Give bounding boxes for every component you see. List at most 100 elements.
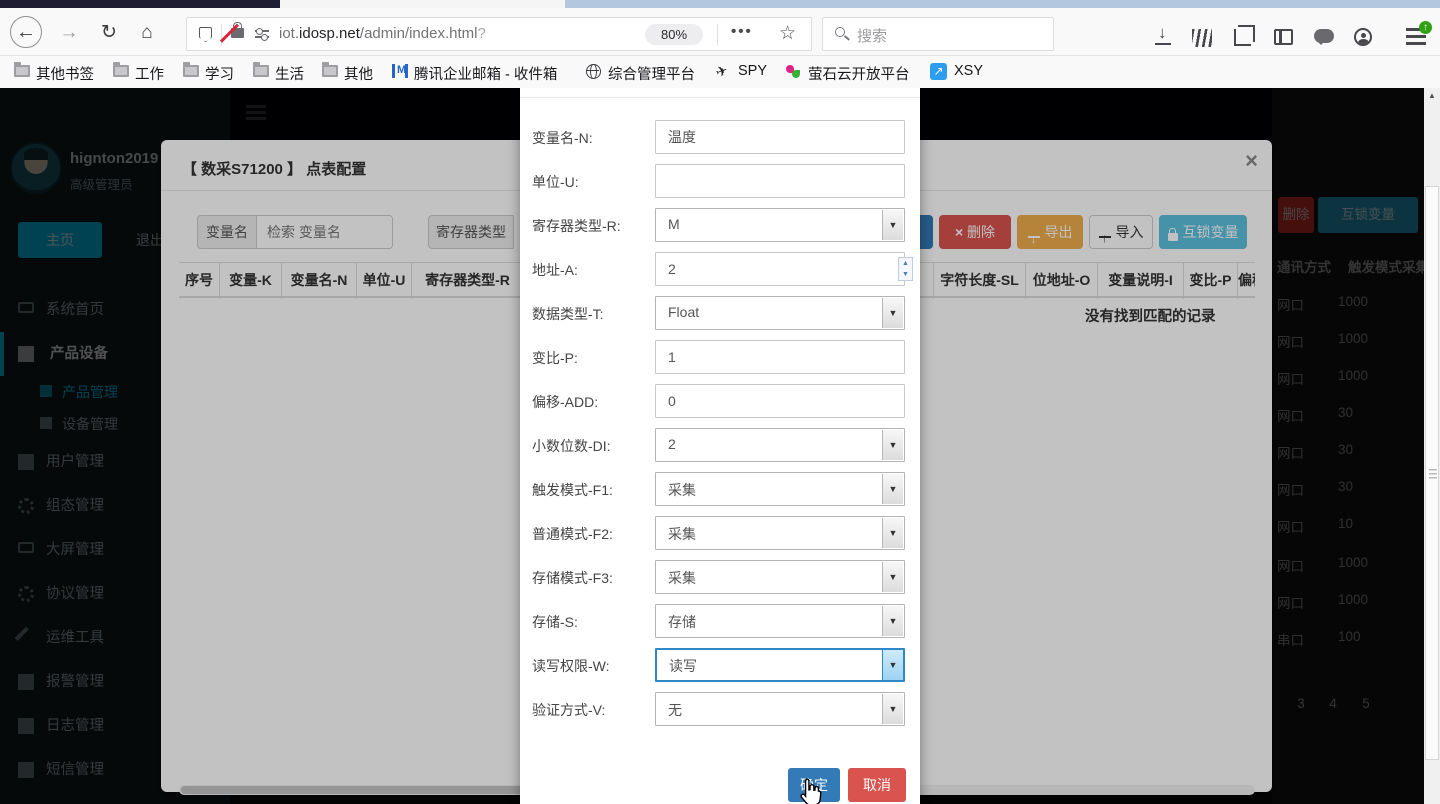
globe-icon: [586, 64, 601, 79]
chevron-down-icon: ▼: [882, 518, 903, 548]
chevron-down-icon: ▼: [882, 650, 903, 680]
bookmarks-bar: 其他书签 工作 学习 生活 其他 腾讯企业邮箱 - 收件箱 综合管理平台 ✈SP…: [0, 56, 1440, 88]
ezviz-icon: [786, 65, 800, 79]
field-label: 寄存器类型-R:: [532, 216, 621, 236]
field-label: 读写权限-W:: [532, 656, 610, 676]
form-row: 小数位数-DI: 2▼: [520, 428, 920, 462]
ratio-input[interactable]: [655, 340, 905, 374]
screenshot-icon[interactable]: [1234, 29, 1251, 46]
storage-select[interactable]: 存储▼: [655, 604, 905, 638]
back-button[interactable]: ←: [10, 16, 42, 48]
field-label: 普通模式-F2:: [532, 524, 613, 544]
data-type-select[interactable]: Float▼: [655, 296, 905, 330]
search-bar[interactable]: 搜索: [822, 17, 1054, 51]
offset-input[interactable]: [655, 384, 905, 418]
chevron-down-icon: ▼: [882, 474, 903, 504]
search-icon: [835, 27, 845, 37]
form-row: 偏移-ADD:: [520, 384, 920, 418]
account-icon[interactable]: [1354, 28, 1372, 46]
divider: [520, 97, 920, 98]
normal-mode-select[interactable]: 采集▼: [655, 516, 905, 550]
zoom-level-badge[interactable]: 80%: [645, 24, 703, 45]
variable-name-input[interactable]: [655, 120, 905, 154]
rw-permission-select[interactable]: 读写▼: [655, 648, 905, 682]
reload-button[interactable]: ↻: [96, 20, 122, 46]
mouse-cursor: [798, 778, 822, 804]
field-label: 触发模式-F1:: [532, 480, 613, 500]
folder-icon: [113, 65, 129, 77]
sidebar-toggle-icon[interactable]: [1274, 29, 1293, 45]
exmail-icon: [392, 64, 408, 78]
update-badge: ↑: [1419, 21, 1432, 34]
folder-icon: [322, 65, 338, 77]
form-row: 变比-P:: [520, 340, 920, 374]
chevron-down-icon: ▼: [882, 210, 903, 240]
menu-icon[interactable]: ↑: [1406, 28, 1426, 45]
shield-icon[interactable]: [199, 27, 212, 42]
field-label: 小数位数-DI:: [532, 436, 611, 456]
xsy-icon: ↗: [930, 63, 947, 80]
variable-form-modal: 变量名-N: 单位-U: 寄存器类型-R: M▼ 地址-A: ▲▼ 数据类型-T…: [520, 88, 920, 804]
form-row: 变量名-N:: [520, 120, 920, 154]
url-bar[interactable]: iot.idosp.net/admin/index.html? 80% ••• …: [186, 17, 812, 51]
modal-footer: 确定 取消: [520, 768, 920, 804]
decimals-select[interactable]: 2▼: [655, 428, 905, 462]
downloads-icon[interactable]: ↓: [1152, 26, 1178, 52]
divider: [717, 24, 718, 46]
number-stepper[interactable]: ▲▼: [898, 257, 913, 281]
field-label: 存储-S:: [532, 612, 578, 632]
form-row: 存储模式-F3: 采集▼: [520, 560, 920, 594]
folder-icon: [183, 65, 199, 77]
scrollbar-thumb[interactable]: [1425, 186, 1439, 760]
field-label: 验证方式-V:: [532, 700, 605, 720]
form-row: 数据类型-T: Float▼: [520, 296, 920, 330]
trigger-mode-select[interactable]: 采集▼: [655, 472, 905, 506]
scrollbar-grip: [1429, 469, 1437, 479]
chevron-down-icon: ▼: [882, 562, 903, 592]
page-scrollbar[interactable]: ▲: [1424, 88, 1440, 804]
library-icon[interactable]: [1192, 29, 1212, 47]
form-row: 单位-U:: [520, 164, 920, 198]
forward-button[interactable]: →: [56, 20, 82, 46]
cancel-button[interactable]: 取消: [848, 768, 906, 802]
page-actions-icon[interactable]: •••: [731, 23, 753, 40]
verify-mode-select[interactable]: 无▼: [655, 692, 905, 726]
form-row: 触发模式-F1: 采集▼: [520, 472, 920, 506]
chevron-down-icon: ▼: [882, 298, 903, 328]
form-row: 地址-A: ▲▼: [520, 252, 920, 286]
chevron-down-icon: ▼: [882, 430, 903, 460]
unit-input[interactable]: [655, 164, 905, 198]
home-button[interactable]: ⌂: [134, 20, 160, 46]
scroll-up-icon[interactable]: ▲: [1424, 88, 1440, 104]
titlebar-strip: [565, 0, 1440, 8]
folder-icon: [253, 65, 269, 77]
star-icon[interactable]: ☆: [779, 22, 796, 45]
field-label: 数据类型-T:: [532, 304, 604, 324]
field-label: 单位-U:: [532, 172, 579, 192]
messages-icon[interactable]: [1314, 29, 1334, 43]
permissions-icon[interactable]: [255, 29, 269, 41]
field-label: 存储模式-F3:: [532, 568, 613, 588]
window-titlebar: [0, 0, 1440, 8]
chevron-down-icon: ▼: [882, 694, 903, 724]
folder-icon: [14, 65, 30, 77]
page-content: hignton2019 高级管理员 主页 退出 系统首页 产品设备 产品管理 设…: [0, 88, 1440, 804]
field-label: 地址-A:: [532, 260, 578, 280]
register-type-select[interactable]: M▼: [655, 208, 905, 242]
active-tab-strip[interactable]: [280, 0, 565, 8]
form-row: 读写权限-W: 读写▼: [520, 648, 920, 682]
search-placeholder: 搜索: [857, 25, 887, 46]
form-row: 普通模式-F2: 采集▼: [520, 516, 920, 550]
storage-mode-select[interactable]: 采集▼: [655, 560, 905, 594]
chevron-down-icon: ▼: [882, 606, 903, 636]
field-label: 偏移-ADD:: [532, 392, 598, 412]
address-input[interactable]: [655, 252, 905, 286]
form-row: 寄存器类型-R: M▼: [520, 208, 920, 242]
field-label: 变比-P:: [532, 348, 578, 368]
spy-icon: ✈: [713, 62, 730, 82]
form-row: 存储-S: 存储▼: [520, 604, 920, 638]
insecure-lock-icon[interactable]: [231, 28, 244, 38]
url-text: iot.idosp.net/admin/index.html?: [279, 25, 486, 42]
field-label: 变量名-N:: [532, 128, 593, 148]
browser-toolbar: ← → ↻ ⌂ iot.idosp.net/admin/index.html? …: [0, 8, 1440, 56]
